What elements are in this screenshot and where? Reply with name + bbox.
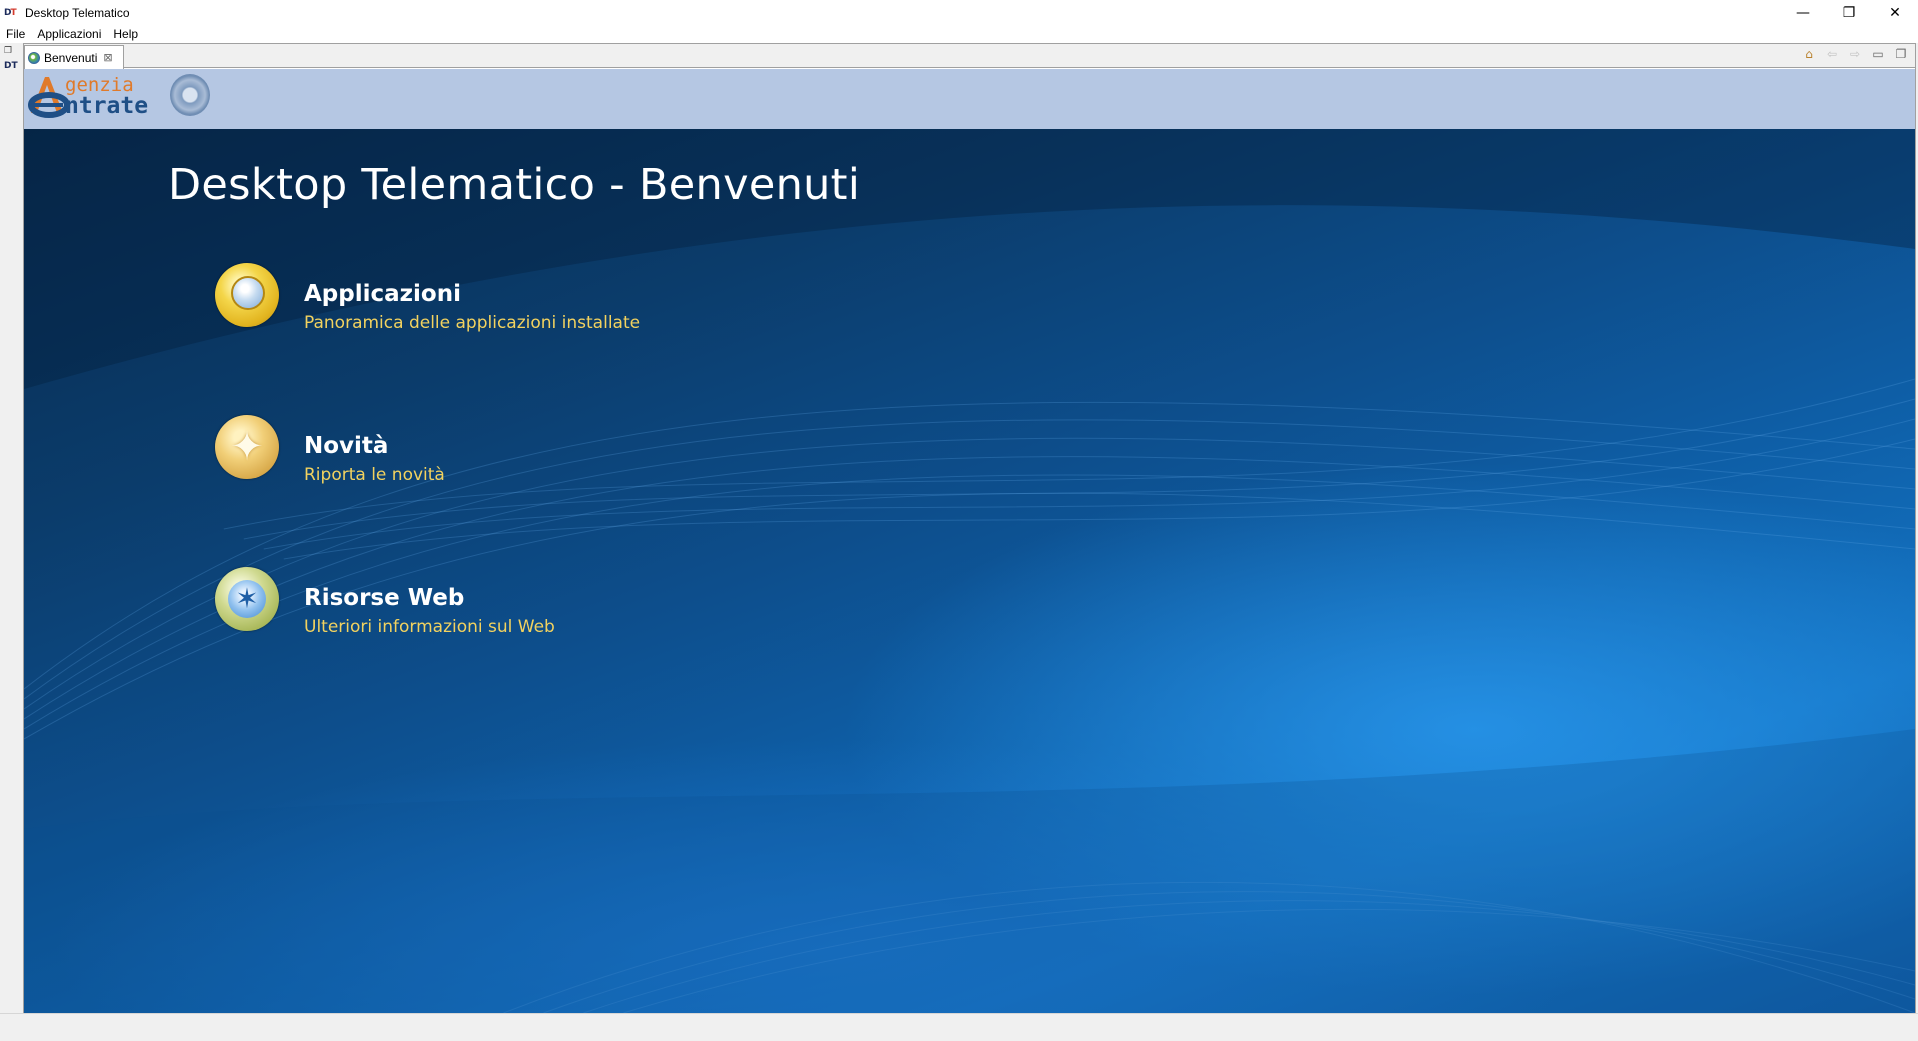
tab-label: Benvenuti bbox=[44, 50, 98, 65]
menu-help[interactable]: Help bbox=[107, 25, 144, 43]
link-title: Novità bbox=[304, 433, 389, 459]
link-applicazioni[interactable]: Applicazioni Panoramica delle applicazio… bbox=[215, 263, 675, 343]
header-band: genzia ntrate bbox=[24, 69, 1915, 129]
star-icon: ✦ bbox=[215, 415, 279, 479]
welcome-tab-icon bbox=[28, 51, 40, 64]
web-icon: ✶ bbox=[215, 567, 279, 631]
window-controls: — ❐ ✕ bbox=[1780, 0, 1918, 25]
link-title: Applicazioni bbox=[304, 281, 461, 307]
forward-arrow-icon[interactable]: ⇨ bbox=[1847, 47, 1863, 61]
link-description: Ulteriori informazioni sul Web bbox=[304, 617, 555, 637]
maximize-view-icon[interactable]: ❐ bbox=[1893, 47, 1909, 61]
window-title-bar: DT Desktop Telematico — ❐ ✕ bbox=[0, 0, 1918, 25]
link-novita[interactable]: ✦ Novità Riporta le novità bbox=[215, 415, 675, 495]
globe-icon bbox=[215, 263, 279, 327]
logo-word-entrate: ntrate bbox=[65, 93, 149, 119]
welcome-page: Desktop Telematico - Benvenuti Applicazi… bbox=[24, 129, 1915, 1013]
left-trim-stack: ❐ DT bbox=[0, 43, 23, 1013]
menu-bar: File Applicazioni Help bbox=[0, 25, 1918, 43]
view-toolbar: ⌂ ⇦ ⇨ ▭ ❐ bbox=[1801, 47, 1909, 61]
editor-area: Benvenuti ⊠ ⌂ ⇦ ⇨ ▭ ❐ genzia ntrate Desk… bbox=[23, 43, 1916, 1013]
minimize-window-button[interactable]: — bbox=[1780, 0, 1826, 25]
menu-file[interactable]: File bbox=[0, 25, 31, 43]
welcome-title: Desktop Telematico - Benvenuti bbox=[168, 160, 861, 210]
link-title: Risorse Web bbox=[304, 585, 465, 611]
window-title: Desktop Telematico bbox=[25, 5, 130, 20]
status-bar bbox=[0, 1013, 1918, 1041]
close-window-button[interactable]: ✕ bbox=[1872, 0, 1918, 25]
back-arrow-icon[interactable]: ⇦ bbox=[1824, 47, 1840, 61]
tab-benvenuti[interactable]: Benvenuti ⊠ bbox=[24, 45, 124, 69]
menu-applicazioni[interactable]: Applicazioni bbox=[31, 25, 107, 43]
link-description: Panoramica delle applicazioni installate bbox=[304, 313, 641, 333]
republic-emblem-icon bbox=[170, 74, 210, 116]
home-icon[interactable]: ⌂ bbox=[1801, 47, 1817, 61]
minimize-view-icon[interactable]: ▭ bbox=[1870, 47, 1886, 61]
tab-close-icon[interactable]: ⊠ bbox=[103, 51, 112, 64]
agenzia-entrate-logo: genzia ntrate bbox=[27, 71, 210, 119]
app-icon: DT bbox=[4, 7, 17, 18]
editor-tab-bar: Benvenuti ⊠ ⌂ ⇦ ⇨ ▭ ❐ bbox=[24, 44, 1915, 69]
link-risorse-web[interactable]: ✶ Risorse Web Ulteriori informazioni sul… bbox=[215, 567, 675, 647]
restore-view-icon[interactable]: ❐ bbox=[4, 46, 12, 56]
dt-view-icon[interactable]: DT bbox=[4, 61, 18, 71]
restore-window-button[interactable]: ❐ bbox=[1826, 0, 1872, 25]
link-description: Riporta le novità bbox=[304, 465, 445, 485]
